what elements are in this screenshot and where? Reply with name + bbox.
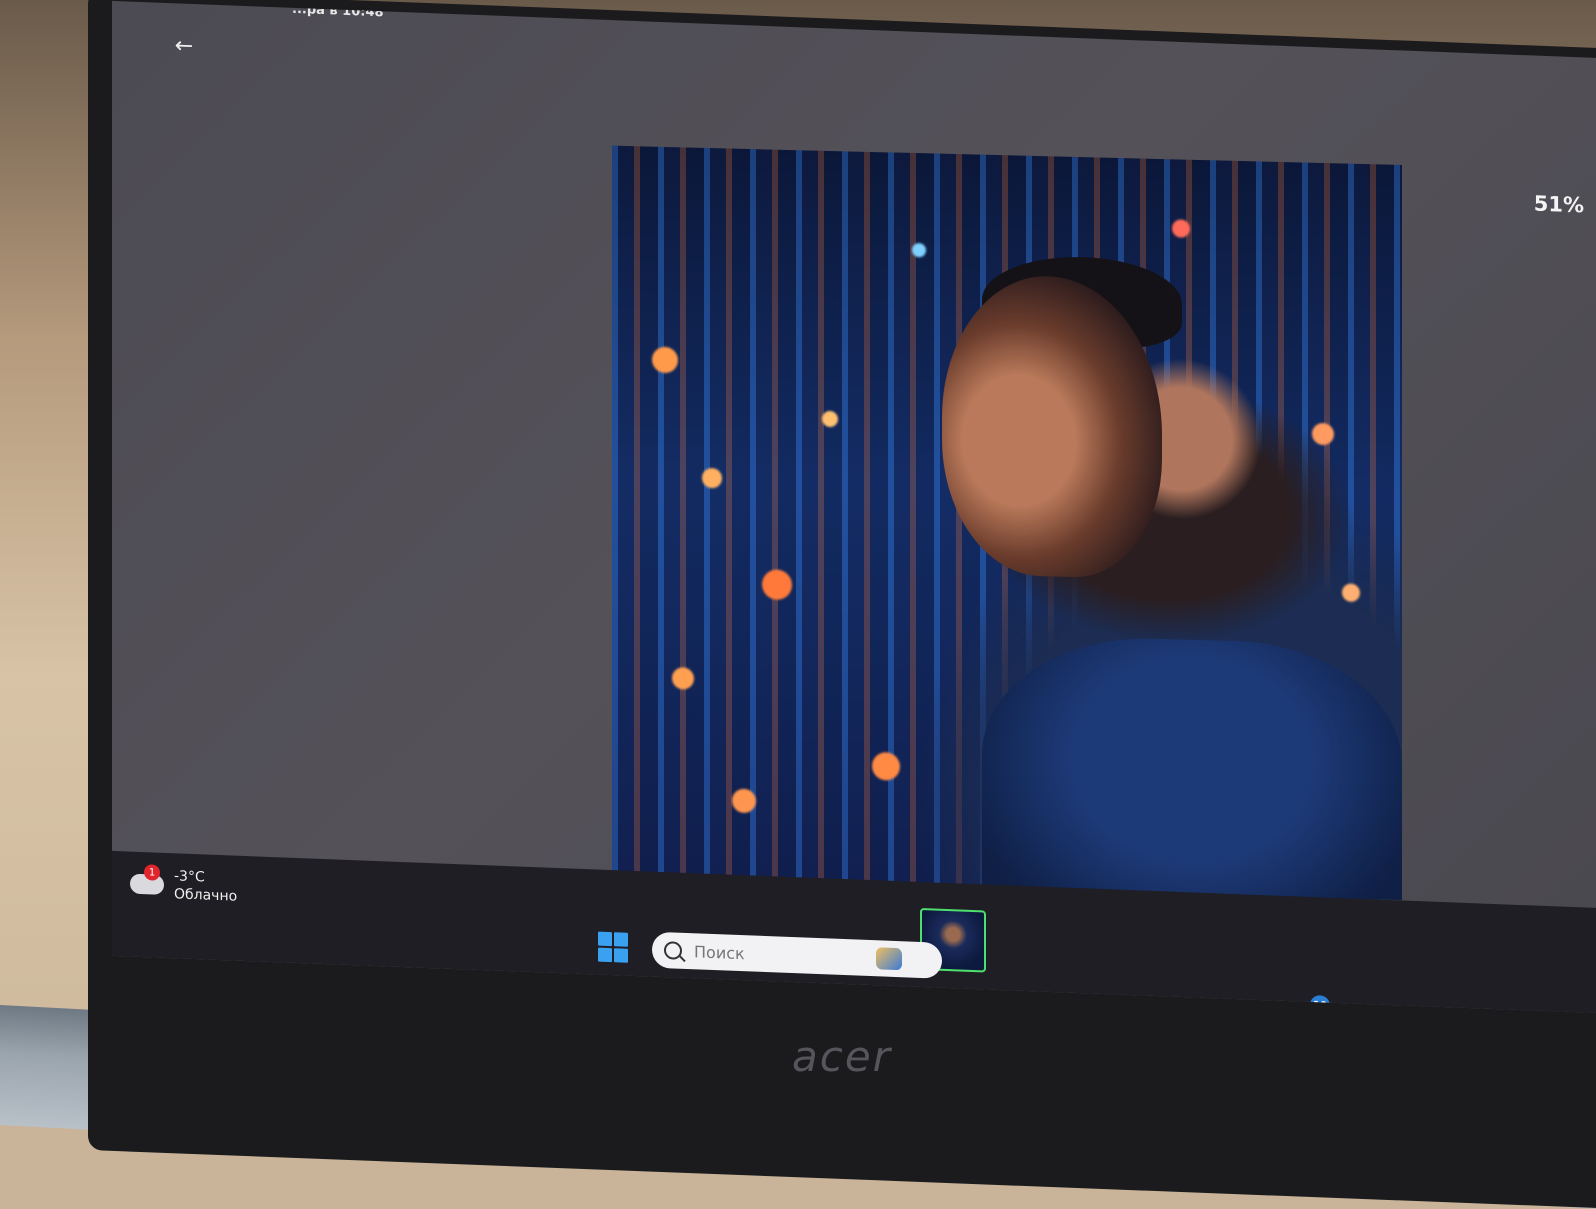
cloud-icon: 1 — [130, 864, 164, 895]
search-icon — [664, 941, 682, 960]
store-icon[interactable]: ▦ — [1158, 999, 1196, 1014]
bokeh-light — [822, 410, 838, 428]
back-arrow-icon: ← — [174, 32, 194, 59]
windows-logo-tile — [614, 948, 628, 963]
bokeh-light — [1172, 219, 1190, 238]
weather-widget[interactable]: 1 -3°C Облачно — [130, 864, 237, 906]
word-icon[interactable]: W — [1220, 1001, 1258, 1014]
weather-temperature: -3°C — [174, 868, 205, 886]
weather-text: -3°C Облачно — [174, 867, 237, 905]
whatsapp-badge: 10 — [1310, 994, 1330, 1014]
windows-logo-tile — [614, 932, 628, 947]
bokeh-light — [672, 667, 694, 690]
bokeh-light — [732, 788, 756, 814]
bokeh-light — [1312, 422, 1334, 446]
search-input[interactable] — [694, 941, 864, 968]
bokeh-light — [702, 467, 722, 489]
bokeh-light — [872, 752, 900, 781]
bokeh-light — [762, 569, 792, 601]
task-view-icon[interactable]: ▣ — [972, 991, 1010, 1014]
whatsapp-icon[interactable]: ✆ 10 — [1282, 994, 1330, 1014]
weather-condition: Облачно — [174, 886, 238, 905]
displayed-photo — [612, 145, 1402, 900]
laptop-bezel: ...ра в 10:48 ← 51% 1 -3°C Облачно Поиск… — [88, 0, 1596, 1209]
start-button[interactable] — [598, 931, 628, 963]
clock-text: ...ра в 10:48 — [292, 1, 384, 21]
windows-logo-tile — [598, 931, 612, 947]
back-button[interactable]: ← — [164, 29, 204, 63]
search-highlight-icon — [876, 947, 902, 971]
bokeh-light — [912, 242, 926, 258]
person-shirt — [982, 634, 1402, 900]
notification-badge: 1 — [144, 864, 160, 881]
yandex-browser-icon[interactable]: Y — [1096, 996, 1134, 1014]
bokeh-light — [652, 346, 678, 374]
file-explorer-icon[interactable]: ▬ — [1034, 994, 1072, 1014]
laptop-brand-logo: acer — [792, 1032, 892, 1081]
bokeh-light — [1342, 583, 1360, 602]
photo-viewer-screen: ...ра в 10:48 ← 51% 1 -3°C Облачно Поиск… — [112, 0, 1596, 1014]
windows-logo-tile — [598, 947, 612, 963]
zoom-level: 51% — [1533, 191, 1584, 218]
taskbar-search[interactable] — [652, 931, 942, 979]
